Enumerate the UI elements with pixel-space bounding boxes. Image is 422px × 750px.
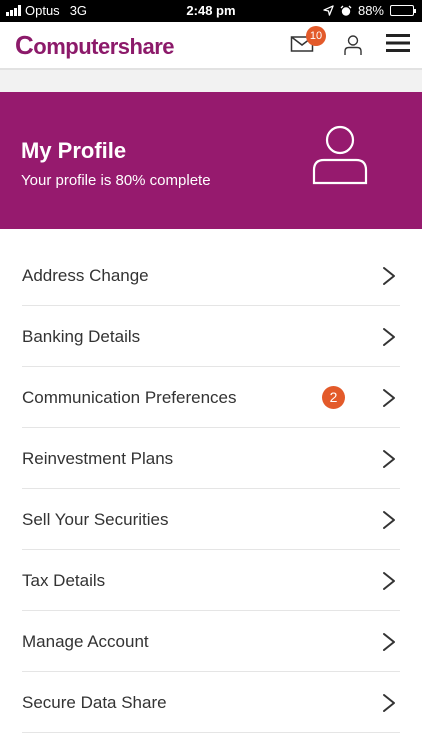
menu-item-manage-account[interactable]: Manage Account: [0, 611, 422, 672]
menu-item-label: Banking Details: [22, 327, 141, 346]
chevron-right-icon: [382, 266, 396, 286]
status-bar: Optus 3G 2:48 pm 88%: [0, 0, 422, 22]
menu-item-label: Manage Account: [22, 632, 149, 651]
divider: [22, 732, 400, 733]
menu-item-label: Tax Details: [22, 571, 106, 590]
menu-item-tax-details[interactable]: Tax Details: [0, 550, 422, 611]
menu-item-banking-details[interactable]: Banking Details: [0, 306, 422, 367]
menu-item-label: Communication Preferences: [22, 388, 237, 407]
chevron-right-icon: [382, 388, 396, 408]
computershare-logo[interactable]: Computershare: [15, 30, 174, 61]
alarm-icon: [340, 5, 352, 16]
profile-title: My Profile: [21, 138, 127, 163]
chevron-right-icon: [382, 327, 396, 347]
menu-item-secure-data-share[interactable]: Secure Data Share: [0, 672, 422, 733]
menu-item-sell-your-securities[interactable]: Sell Your Securities: [0, 489, 422, 550]
menu-item-address-change[interactable]: Address Change: [0, 245, 422, 306]
hamburger-menu-icon[interactable]: [386, 32, 410, 54]
logo-text: omputershare: [33, 34, 174, 59]
menu-item-label: Address Change: [22, 266, 149, 285]
logo-initial: C: [15, 30, 34, 60]
battery-percent: 88%: [357, 3, 384, 18]
menu-item-communication-preferences[interactable]: Communication Preferences 2: [0, 367, 422, 428]
chevron-right-icon: [382, 571, 396, 591]
menu-item-reinvestment-plans[interactable]: Reinvestment Plans: [0, 428, 422, 489]
status-right: 88%: [323, 3, 416, 18]
battery-icon: [390, 5, 416, 16]
chevron-right-icon: [382, 693, 396, 713]
menu-item-label: Sell Your Securities: [22, 510, 169, 529]
chevron-right-icon: [382, 449, 396, 469]
mail-badge: 10: [306, 26, 326, 46]
menu-item-label: Secure Data Share: [22, 693, 167, 712]
profile-menu-list: Address Change Banking Details Communicati…: [0, 229, 422, 750]
location-icon: [323, 5, 334, 16]
chevron-right-icon: [382, 510, 396, 530]
menu-item-label: Reinvestment Plans: [22, 449, 174, 468]
app-header: Computershare 10: [0, 22, 422, 70]
user-icon[interactable]: [343, 34, 363, 56]
profile-avatar-icon: [312, 125, 368, 185]
profile-banner: My Profile Your profile is 80% complete: [0, 92, 422, 229]
notification-badge: 2: [322, 386, 345, 409]
chevron-right-icon: [382, 632, 396, 652]
profile-completion: Your profile is 80% complete: [21, 172, 211, 189]
